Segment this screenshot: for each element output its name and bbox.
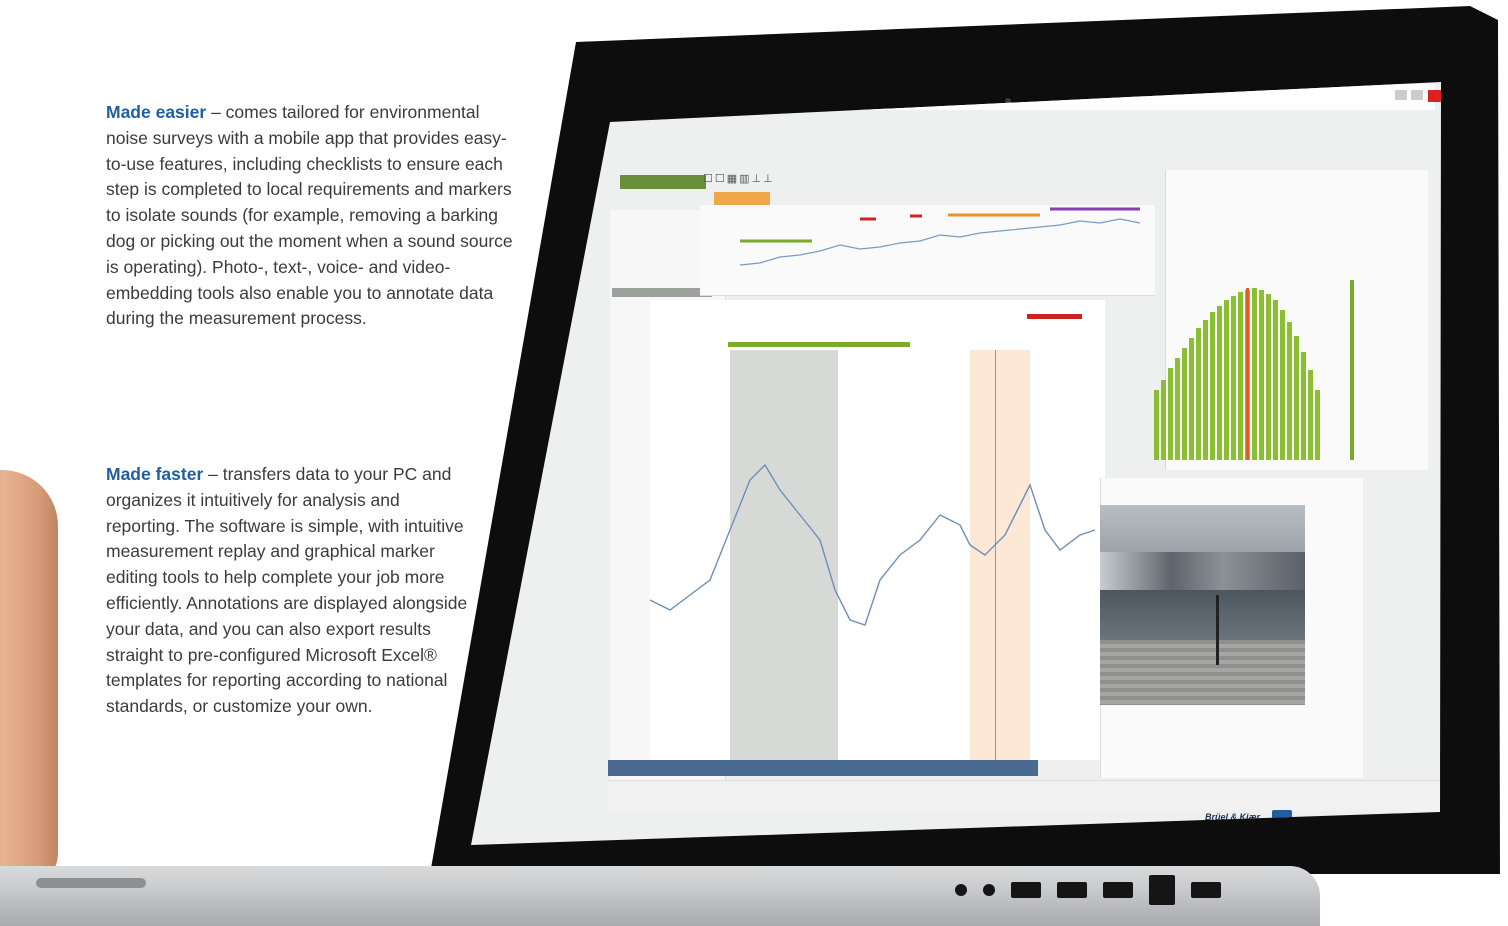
toolbar-icons[interactable]: ☐☐▦▥⊥⊥ xyxy=(703,172,775,185)
timeline-scrollbar[interactable] xyxy=(608,760,1038,776)
port-icon xyxy=(1149,875,1175,905)
main-chart-trace xyxy=(649,463,1096,626)
bottom-toolbar xyxy=(608,780,1441,811)
laptop-slot xyxy=(36,878,146,888)
maximize-button[interactable] xyxy=(1411,90,1423,100)
photo-dock xyxy=(1100,640,1305,705)
faster-lead: Made faster xyxy=(106,464,204,484)
start-button[interactable] xyxy=(620,175,706,189)
list-item[interactable] xyxy=(612,255,712,264)
port-icon xyxy=(1103,882,1133,898)
laptop-ports xyxy=(955,875,1221,905)
overview-trace xyxy=(739,207,1141,266)
marketing-block-faster: Made faster – transfers data to your PC … xyxy=(106,462,471,720)
port-icon xyxy=(955,884,967,896)
list-item[interactable] xyxy=(612,266,712,275)
minimize-button[interactable] xyxy=(1395,90,1407,100)
faster-body: – transfers data to your PC and organize… xyxy=(106,464,468,717)
marker-bar-red[interactable] xyxy=(1027,314,1082,319)
close-window-button[interactable] xyxy=(1428,90,1441,102)
photo-tripod xyxy=(1216,595,1219,665)
port-icon xyxy=(1011,882,1041,898)
list-item[interactable] xyxy=(612,277,712,286)
port-icon xyxy=(983,884,995,896)
port-icon xyxy=(1057,882,1087,898)
photo-water xyxy=(1100,590,1305,645)
easier-body: – comes tailored for environmental noise… xyxy=(106,102,513,329)
port-icon xyxy=(1191,882,1221,898)
spectrum-chart xyxy=(1154,280,1354,460)
photo-buildings xyxy=(1100,552,1305,592)
list-item-selected[interactable] xyxy=(612,288,712,297)
hand-finger xyxy=(0,470,58,890)
marketing-block-easier: Made easier – comes tailored for environ… xyxy=(106,100,526,332)
easier-lead: Made easier xyxy=(106,102,207,122)
overview-chart[interactable] xyxy=(700,205,1155,296)
